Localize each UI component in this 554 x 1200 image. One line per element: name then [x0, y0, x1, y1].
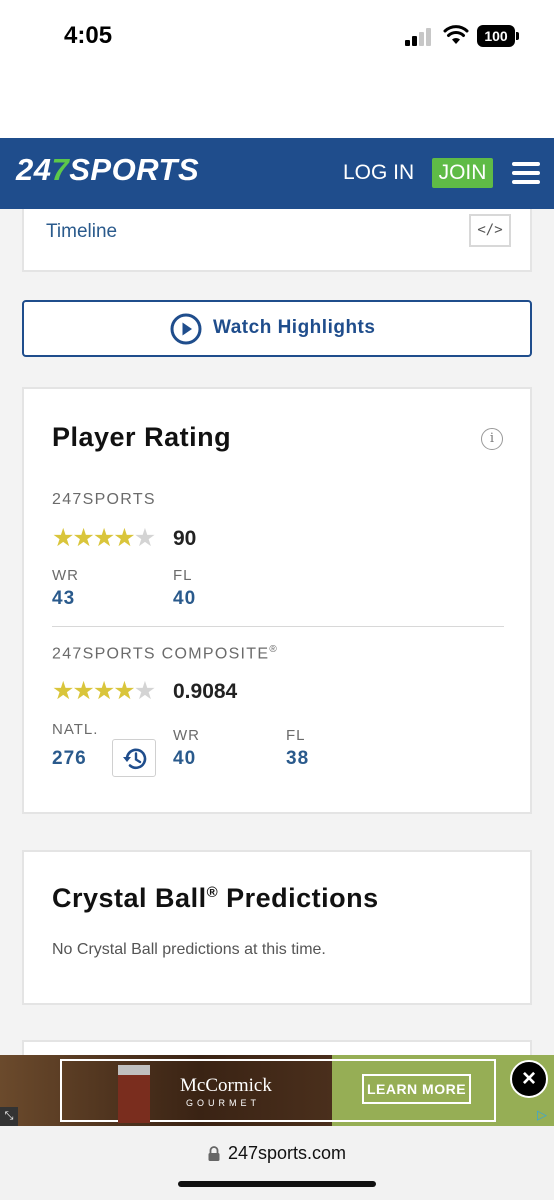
logo-247sports[interactable]: 247SPORTS	[16, 152, 199, 188]
wifi-icon	[443, 25, 469, 44]
sports247-state-label: FL	[173, 567, 193, 584]
star-filled-icon: ★	[72, 677, 95, 705]
ad-learn-more-button[interactable]: LEARN MORE	[362, 1074, 471, 1104]
signal-icon	[405, 28, 435, 46]
star-filled-icon: ★	[52, 677, 75, 705]
composite-position-rank[interactable]: 40	[173, 748, 196, 770]
star-filled-icon: ★	[113, 677, 136, 705]
sports247-position-rank[interactable]: 43	[52, 588, 75, 610]
sports247-state-rank[interactable]: 40	[173, 588, 196, 610]
close-icon[interactable]: ×	[510, 1060, 548, 1098]
adchoices-icon[interactable]: ▷	[533, 1107, 551, 1125]
ad-tagline: GOURMET	[186, 1098, 260, 1108]
info-icon[interactable]: i	[481, 428, 503, 450]
composite-state-label: FL	[286, 727, 306, 744]
star-filled-icon: ★	[72, 524, 95, 552]
logo-seven: 7	[51, 152, 70, 187]
sports247-star-rating: ★★★★★	[52, 524, 157, 552]
player-rating-title: Player Rating	[52, 422, 232, 452]
composite-natl-rank[interactable]: 276	[52, 748, 87, 770]
registered-mark: ®	[269, 644, 279, 655]
star-empty-icon: ★	[133, 677, 157, 705]
site-header: 247SPORTS LOG IN JOIN	[0, 138, 554, 209]
composite-rating-value: 0.9084	[173, 680, 238, 703]
ad-banner[interactable]: McCormick GOURMET LEARN MORE × ▷ ⤡	[0, 1055, 554, 1126]
sports247-position-label: WR	[52, 567, 79, 584]
lock-icon	[208, 1146, 220, 1161]
star-filled-icon: ★	[92, 524, 116, 552]
composite-state-rank[interactable]: 38	[286, 748, 309, 770]
url-bar[interactable]: 247sports.com	[0, 1126, 554, 1200]
battery-cap	[516, 32, 519, 40]
logo-suffix: SPORTS	[69, 152, 200, 187]
sports247-label: 247SPORTS	[52, 491, 156, 508]
battery-icon: 100	[477, 25, 515, 47]
section-divider	[52, 626, 504, 627]
spice-jar-image	[118, 1065, 150, 1123]
crystal-ball-card: Crystal Ball® Predictions No Crystal Bal…	[22, 850, 532, 1005]
watch-highlights-button[interactable]: Watch Highlights	[22, 300, 532, 357]
star-empty-icon: ★	[133, 524, 157, 552]
embed-code-icon[interactable]: </>	[469, 214, 511, 247]
history-icon[interactable]	[112, 739, 156, 777]
url-text[interactable]: 247sports.com	[228, 1143, 346, 1164]
crystal-ball-title: Crystal Ball® Predictions	[52, 883, 379, 914]
status-time: 4:05	[64, 22, 113, 49]
watch-highlights-label: Watch Highlights	[213, 317, 376, 338]
status-bar: 4:05 100	[0, 0, 554, 138]
composite-position-label: WR	[173, 727, 200, 744]
home-indicator	[178, 1181, 376, 1187]
crystal-ball-empty-text: No Crystal Ball predictions at this time…	[52, 941, 326, 958]
hamburger-menu-icon[interactable]	[512, 162, 540, 184]
login-link[interactable]: LOG IN	[343, 161, 414, 185]
composite-natl-label: NATL.	[52, 721, 99, 738]
star-filled-icon: ★	[92, 677, 116, 705]
player-rating-card: Player Rating i 247SPORTS ★★★★★ 90 WR 43…	[22, 387, 532, 814]
sports247-rating-value: 90	[173, 527, 197, 550]
crystal-ball-title-rest: Predictions	[218, 883, 379, 913]
ad-brand: McCormick	[180, 1075, 272, 1096]
logo-prefix: 24	[16, 152, 52, 187]
crystal-ball-registered: ®	[206, 884, 219, 901]
crystal-ball-title-main: Crystal Ball	[52, 883, 207, 913]
composite-label: 247SPORTS COMPOSITE®	[52, 644, 278, 663]
timeline-link[interactable]: Timeline	[46, 221, 117, 243]
play-circle-icon	[170, 313, 202, 345]
composite-label-text: 247SPORTS COMPOSITE	[52, 645, 270, 663]
star-filled-icon: ★	[113, 524, 136, 552]
ad-expand-icon[interactable]: ⤡	[0, 1107, 18, 1126]
composite-star-rating: ★★★★★	[52, 677, 157, 705]
history-icon-svg	[123, 748, 147, 770]
star-filled-icon: ★	[52, 524, 75, 552]
join-button[interactable]: JOIN	[432, 158, 493, 188]
timeline-card: Timeline </>	[22, 209, 532, 272]
